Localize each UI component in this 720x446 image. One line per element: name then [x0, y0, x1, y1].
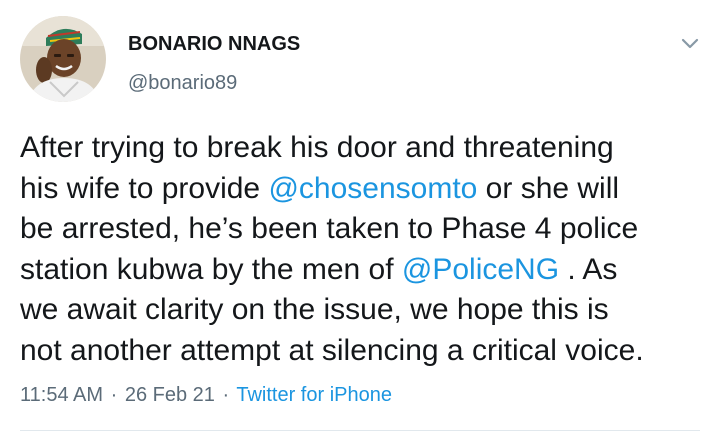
author-display-name[interactable]: BONARIO NNAGS: [128, 33, 300, 56]
mention-link[interactable]: @PoliceNG: [402, 253, 559, 286]
tweet-text-segment: or she will: [477, 171, 620, 205]
tweet-source-link[interactable]: Twitter for iPhone: [236, 384, 392, 406]
tweet-text: After trying to break his door and threa…: [20, 128, 710, 371]
avatar[interactable]: [20, 16, 106, 102]
tweet-text-segment: not another attempt at silencing a criti…: [20, 333, 644, 367]
tweet-text-segment: we await clarity on the issue, we hope t…: [20, 293, 609, 326]
tweet-line: we await clarity on the issue, we hope t…: [20, 290, 710, 331]
meta-separator: ·: [110, 384, 118, 406]
tweet-line: After trying to break his door and threa…: [20, 128, 710, 169]
author-handle[interactable]: @bonario89: [128, 72, 237, 95]
tweet-line: his wife to provide @chosensomto or she …: [20, 169, 710, 210]
meta-separator: ·: [222, 384, 230, 406]
divider: [20, 430, 700, 431]
tweet-text-segment: After trying to break his door and threa…: [20, 131, 614, 164]
mention-link[interactable]: @chosensomto: [268, 172, 477, 205]
avatar-photo: [20, 16, 106, 102]
tweet-card: BONARIO NNAGS @bonario89 After trying to…: [0, 0, 720, 446]
tweet-text-segment: be arrested, he’s been taken to Phase 4 …: [20, 212, 639, 245]
tweet-time[interactable]: 11:54 AM: [20, 384, 103, 406]
tweet-text-segment: station kubwa by the men of: [20, 252, 402, 286]
chevron-down-icon[interactable]: [676, 30, 704, 58]
tweet-date[interactable]: 26 Feb 21: [125, 384, 215, 406]
tweet-line: station kubwa by the men of @PoliceNG . …: [20, 250, 710, 291]
tweet-text-segment: his wife to provide: [20, 171, 269, 205]
tweet-line: be arrested, he’s been taken to Phase 4 …: [20, 209, 710, 250]
tweet-line: not another attempt at silencing a criti…: [20, 331, 710, 372]
tweet-metadata: 11:54 AM · 26 Feb 21 · Twitter for iPhon…: [20, 384, 392, 407]
tweet-text-segment: . As: [559, 252, 618, 286]
